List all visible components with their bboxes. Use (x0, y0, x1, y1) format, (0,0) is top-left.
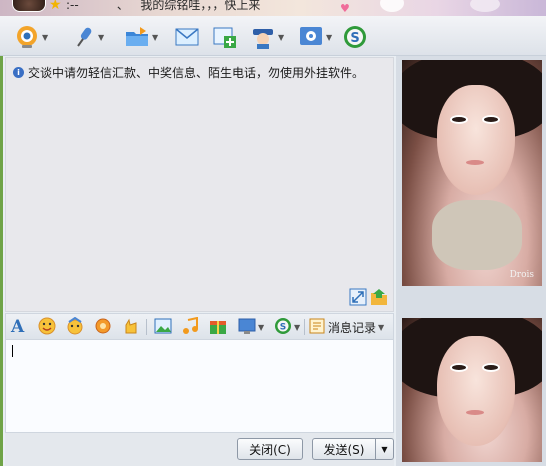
chevron-down-icon[interactable]: ▼ (42, 33, 48, 42)
title-banner: ★ :-- 、 我的综铭哇，，，快上来 ♥ (0, 0, 546, 16)
window-edge (0, 16, 3, 466)
picture-icon (154, 317, 172, 338)
photo-scarf (432, 200, 522, 270)
close-button[interactable]: 关闭(C) (237, 438, 303, 460)
soso-button[interactable]: S (342, 23, 368, 51)
microphone-icon (70, 24, 96, 50)
decoration-icon (470, 0, 500, 12)
smiley-icon (38, 317, 56, 338)
photo-signature: Drois (509, 270, 534, 280)
app-settings-button[interactable]: ▼ (298, 23, 332, 51)
music-icon (181, 316, 199, 338)
folder-icon[interactable] (370, 288, 388, 306)
chevron-down-icon[interactable]: ▼ (326, 33, 332, 42)
soso-icon: S (274, 317, 292, 338)
photo-face (437, 85, 515, 195)
photo-eye (450, 115, 468, 124)
photo-eye (482, 115, 500, 124)
expand-icon[interactable] (349, 288, 367, 306)
chevron-down-icon[interactable]: ▼ (258, 323, 264, 332)
screen-capture-button[interactable]: ▼ (238, 317, 264, 337)
title-prefix: :-- (66, 0, 79, 12)
chevron-down-icon[interactable]: ▼ (152, 33, 158, 42)
contact-show-panel: Drois (396, 56, 546, 466)
title-separator: 、 (116, 0, 129, 12)
soso-icon: S (342, 24, 368, 50)
shake-icon (94, 317, 112, 338)
voice-call-button[interactable]: ▼ (70, 23, 104, 51)
magic-face-button[interactable] (66, 316, 84, 338)
mail-icon (174, 24, 200, 50)
contact-show-image: Drois (402, 60, 542, 286)
remote-assist-button[interactable]: ▼ (250, 23, 284, 51)
my-show-image (402, 318, 542, 462)
photo-lips (466, 410, 484, 415)
top-toolbar: ▼ ▼ ▼ ▼ ▼ S (0, 16, 546, 56)
send-file-button[interactable]: ▼ (124, 23, 158, 51)
notice-text: 交谈中请勿轻信汇款、中奖信息、陌生电话，勿使用外挂软件。 (28, 66, 365, 80)
contact-avatar[interactable] (12, 0, 46, 12)
hand-icon (122, 317, 140, 338)
title-signature: 我的综铭哇，，，快上来 (140, 0, 261, 12)
bottom-bar: 关闭(C) 发送(S) ▼ (5, 433, 394, 466)
chevron-down-icon[interactable]: ▼ (98, 33, 104, 42)
apps-icon (298, 24, 324, 50)
info-icon: i (13, 67, 24, 78)
photo-eye (482, 363, 500, 372)
gift-button[interactable] (209, 317, 227, 337)
message-history-label: 消息记录 (328, 320, 377, 335)
send-email-button[interactable] (174, 23, 200, 51)
emoticon-button[interactable] (38, 317, 56, 337)
heart-icon: ♥ (340, 2, 350, 15)
folder-icon (124, 24, 150, 50)
chevron-down-icon[interactable]: ▼ (378, 323, 384, 332)
send-button[interactable]: 发送(S) (312, 438, 376, 460)
video-call-button[interactable]: ▼ (14, 23, 48, 51)
gift-icon (209, 317, 227, 338)
text-cursor (12, 345, 13, 357)
font-button[interactable]: A (11, 317, 24, 337)
photo-face (437, 336, 515, 446)
decoration-icon (380, 0, 404, 12)
toolbar-divider (304, 319, 305, 335)
svg-text:S: S (280, 322, 286, 332)
music-button[interactable] (181, 316, 199, 338)
add-group-icon (212, 24, 238, 50)
history-icon (309, 318, 325, 337)
toolbar-divider (146, 319, 147, 335)
message-input[interactable] (5, 340, 394, 433)
photo-lips (466, 160, 484, 165)
star-icon: ★ (49, 0, 62, 13)
screenshot-icon (238, 317, 256, 338)
chat-history-panel[interactable]: i 交谈中请勿轻信汇款、中奖信息、陌生电话，勿使用外挂软件。 (5, 57, 394, 312)
photo-eye (450, 363, 468, 372)
soso-search-button[interactable]: S ▼ (274, 317, 300, 337)
svg-text:S: S (350, 31, 359, 46)
input-toolbar: A ▼ S ▼ 消息记录 ▼ (5, 313, 394, 340)
send-options-dropdown[interactable]: ▼ (376, 438, 394, 460)
message-history-button[interactable]: 消息记录 ▼ (309, 317, 384, 337)
webcam-icon (14, 24, 40, 50)
shake-button[interactable] (94, 317, 112, 337)
chevron-down-icon[interactable]: ▼ (294, 323, 300, 332)
create-group-button[interactable] (212, 23, 238, 51)
image-button[interactable] (154, 317, 172, 337)
nudge-button[interactable] (122, 317, 140, 337)
security-notice: i 交谈中请勿轻信汇款、中奖信息、陌生电话，勿使用外挂软件。 (13, 64, 364, 81)
font-icon: A (11, 317, 25, 337)
window-title: :-- 、 我的综铭哇，，，快上来 (66, 0, 260, 13)
assistant-icon (250, 24, 276, 50)
chevron-down-icon[interactable]: ▼ (278, 33, 284, 42)
magic-face-icon (66, 316, 84, 338)
